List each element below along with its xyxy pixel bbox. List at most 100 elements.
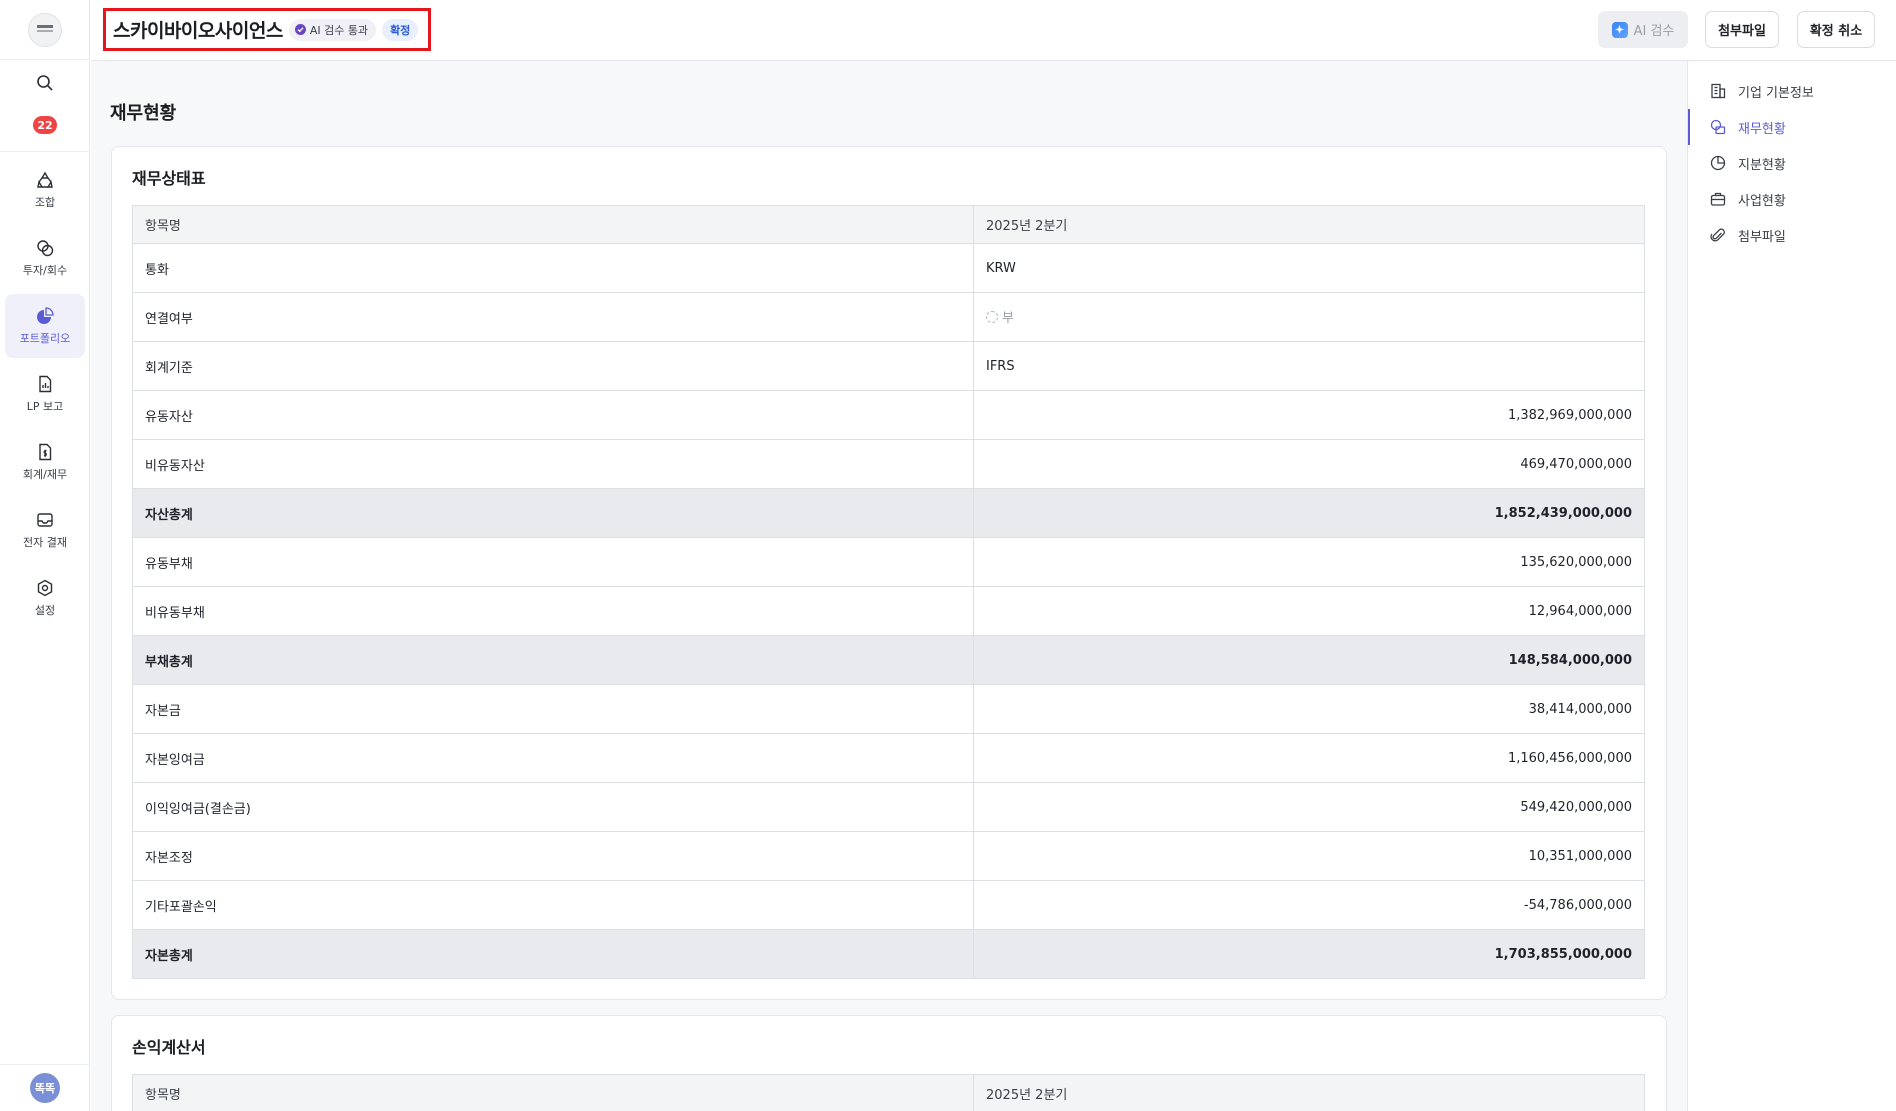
- table-row: 기타포괄손익 -54,786,000,000: [132, 880, 1645, 930]
- sidebar-item-portfolio[interactable]: 포트폴리오: [5, 294, 85, 358]
- sidebar-item-settings[interactable]: 설정: [5, 566, 85, 630]
- toc-item-label: 지분현황: [1738, 157, 1786, 173]
- ai-review-badge-label: AI 검수 통과: [309, 23, 369, 37]
- table-total-row: 부채총계 148,584,000,000: [132, 635, 1645, 685]
- table-header-row: 항목명 2025년 2분기: [132, 1074, 1645, 1111]
- briefcase-icon: [1710, 192, 1726, 206]
- row-value: 10,351,000,000: [973, 831, 1645, 881]
- main-content: 재무현황 재무상태표 항목명 2025년 2분기 통화 KRW 연결여부 부회계기준 I…: [91, 61, 1687, 1111]
- app-logo[interactable]: [27, 12, 62, 47]
- column-header-item: 항목명: [132, 1074, 974, 1111]
- sidebar-item-label: LP 보고: [26, 399, 64, 413]
- row-value: 부: [973, 292, 1645, 342]
- table-row: 비유동부채 12,964,000,000: [132, 586, 1645, 636]
- avatar[interactable]: 똑똑: [30, 1073, 60, 1103]
- toc-item-finance[interactable]: 재무현황: [1688, 109, 1896, 145]
- row-label: 통화: [132, 243, 974, 293]
- table-row: 자본잉여금 1,160,456,000,000: [132, 733, 1645, 783]
- row-label: 유동부채: [132, 537, 974, 587]
- row-value: IFRS: [973, 341, 1645, 391]
- toc-item-label: 기업 기본정보: [1738, 85, 1814, 101]
- inbox-icon: [37, 512, 53, 527]
- left-sidebar: 22 조합 투자/회수 포트폴리오 LP 보고 회계/재무 전자 결재 설정 똑…: [0, 0, 90, 1111]
- row-label: 자본총계: [132, 929, 974, 979]
- income-statement-table: 항목명 2025년 2분기: [132, 1074, 1645, 1111]
- row-label: 부채총계: [132, 635, 974, 685]
- table-row: 비유동자산 469,470,000,000: [132, 439, 1645, 489]
- balance-sheet-table: 항목명 2025년 2분기 통화 KRW 연결여부 부회계기준 IFRS 유동자산 1,38…: [132, 205, 1645, 979]
- sidebar-item-label: 회계/재무: [22, 467, 68, 481]
- row-label: 기타포괄손익: [132, 880, 974, 930]
- row-value: 148,584,000,000: [973, 635, 1645, 685]
- gear-icon: [37, 579, 53, 596]
- row-label: 자본조정: [132, 831, 974, 881]
- loading-spinner-icon: [986, 310, 998, 323]
- sidebar-item-label: 전자 결재: [23, 535, 67, 549]
- table-row: 자본금 38,414,000,000: [132, 684, 1645, 734]
- coins-icon: [37, 239, 54, 256]
- sidebar-search: [0, 74, 90, 92]
- toc-item-equity[interactable]: 지분현황: [1688, 145, 1896, 181]
- section-navigation: 기업 기본정보 재무현황 지분현황 사업현황 첨부파일: [1687, 61, 1896, 1111]
- toc-item-company-info[interactable]: 기업 기본정보: [1688, 73, 1896, 109]
- column-header-period: 2025년 2분기: [973, 1074, 1645, 1111]
- logo-area: [0, 0, 89, 60]
- toc-item-attachments[interactable]: 첨부파일: [1688, 217, 1896, 253]
- row-value: 1,382,969,000,000: [973, 390, 1645, 440]
- column-header-period: 2025년 2분기: [973, 205, 1645, 244]
- paperclip-icon: [1710, 228, 1725, 242]
- sidebar-item-lp-report[interactable]: LP 보고: [5, 362, 85, 426]
- sidebar-item-label: 투자/회수: [22, 263, 68, 277]
- ai-sparkle-icon: [1611, 21, 1628, 38]
- notification-badge[interactable]: 22: [33, 116, 57, 134]
- row-label: 비유동자산: [132, 439, 974, 489]
- row-value: 38,414,000,000: [973, 684, 1645, 734]
- finance-icon: [1710, 119, 1726, 135]
- row-label: 비유동부채: [132, 586, 974, 636]
- table-row: 통화 KRW: [132, 243, 1645, 293]
- row-label: 자본금: [132, 684, 974, 734]
- ai-review-button-label: AI 검수: [1633, 24, 1675, 39]
- company-title-group: 스카이바이오사이언스 AI 검수 통과 확정: [103, 8, 431, 51]
- row-value: 12,964,000,000: [973, 586, 1645, 636]
- row-value: 135,620,000,000: [973, 537, 1645, 587]
- balance-sheet-card: 재무상태표 항목명 2025년 2분기 통화 KRW 연결여부 부 회계기준 IFRS 유동…: [111, 146, 1667, 1000]
- row-value: KRW: [973, 243, 1645, 293]
- table-row: 유동부채 135,620,000,000: [132, 537, 1645, 587]
- row-label: 유동자산: [132, 390, 974, 440]
- row-label: 연결여부: [132, 292, 974, 342]
- toc-item-label: 재무현황: [1738, 121, 1786, 137]
- table-header-row: 항목명 2025년 2분기: [132, 205, 1645, 244]
- sidebar-item-label: 조합: [34, 195, 56, 209]
- toc-item-business[interactable]: 사업현황: [1688, 181, 1896, 217]
- sidebar-divider: [0, 151, 90, 152]
- table-row: 이익잉여금(결손금) 549,420,000,000: [132, 782, 1645, 832]
- income-statement-card: 손익계산서 항목명 2025년 2분기: [111, 1015, 1667, 1111]
- sidebar-item-label: 포트폴리오: [19, 331, 71, 345]
- toc-item-label: 첨부파일: [1738, 229, 1786, 245]
- sidebar-item-accounting[interactable]: 회계/재무: [5, 430, 85, 494]
- sidebar-item-label: 설정: [34, 603, 56, 617]
- pending-value-text: 부: [1002, 311, 1014, 327]
- table-row: 자본조정 10,351,000,000: [132, 831, 1645, 881]
- page-title: 재무현황: [110, 103, 177, 124]
- sidebar-item-approval[interactable]: 전자 결재: [5, 498, 85, 562]
- sidebar-bottom-divider: [0, 1064, 90, 1065]
- search-icon[interactable]: [36, 74, 54, 92]
- balance-sheet-title: 재무상태표: [132, 169, 206, 188]
- row-label: 자본잉여금: [132, 733, 974, 783]
- sidebar-item-investment[interactable]: 투자/회수: [5, 226, 85, 290]
- table-row: 유동자산 1,382,969,000,000: [132, 390, 1645, 440]
- sidebar-item-fund[interactable]: 조합: [5, 158, 85, 222]
- table-row: 회계기준 IFRS: [132, 341, 1645, 391]
- row-value: -54,786,000,000: [973, 880, 1645, 930]
- sidebar-nav: 조합 투자/회수 포트폴리오 LP 보고 회계/재무 전자 결재 설정: [5, 158, 85, 634]
- company-name: 스카이바이오사이언스: [113, 20, 283, 42]
- row-label: 자산총계: [132, 488, 974, 538]
- ai-review-button[interactable]: AI 검수: [1598, 11, 1688, 48]
- accounting-icon: [39, 443, 52, 460]
- cancel-confirm-button[interactable]: 확정 취소: [1797, 11, 1875, 48]
- table-total-row: 자본총계 1,703,855,000,000: [132, 929, 1645, 979]
- pie-chart-icon: [1710, 155, 1726, 171]
- attachment-button[interactable]: 첨부파일: [1705, 11, 1779, 48]
